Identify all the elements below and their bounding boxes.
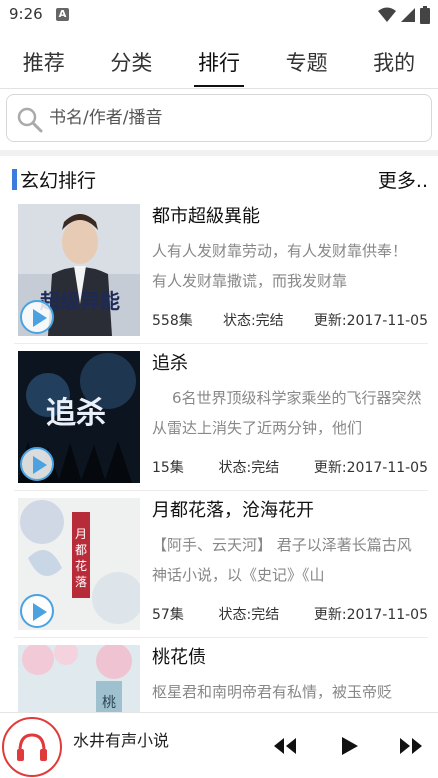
- search-box[interactable]: [6, 94, 432, 142]
- mini-player: 水井有声小说: [0, 712, 438, 778]
- row-divider: [14, 343, 428, 344]
- book-status: 状态:完结: [218, 460, 280, 476]
- book-title: 都市超級異能: [152, 206, 260, 227]
- more-link[interactable]: 更多..: [378, 166, 428, 193]
- svg-text:花: 花: [75, 558, 87, 573]
- section-accent-bar: [12, 169, 17, 190]
- book-meta: 558集 状态:完结 更新:2017-11-05: [152, 310, 428, 330]
- row-divider: [14, 490, 428, 491]
- next-icon[interactable]: [396, 733, 426, 759]
- section-divider: [0, 150, 438, 156]
- svg-text:落: 落: [75, 575, 87, 589]
- book-updated: 更新:2017-11-05: [313, 460, 428, 476]
- svg-text:都: 都: [75, 543, 87, 557]
- play-icon[interactable]: [20, 594, 54, 628]
- svg-text:桃: 桃: [102, 695, 116, 711]
- book-updated: 更新:2017-11-05: [313, 607, 428, 623]
- book-updated: 更新:2017-11-05: [313, 313, 428, 329]
- tabs-divider: [0, 88, 438, 89]
- book-cover: 追杀: [18, 351, 140, 483]
- status-time: 9:26: [9, 5, 43, 23]
- headphones-icon[interactable]: [2, 717, 62, 777]
- book-episodes: 15集: [152, 460, 184, 476]
- book-description: 6名世界顶级科学家乘坐的飞行器突然从雷达上消失了近两分钟，他们: [152, 389, 422, 437]
- play-icon[interactable]: [20, 300, 54, 334]
- search-icon: [17, 107, 43, 133]
- book-item[interactable]: 追杀 追杀 6名世界顶级科学家乘坐的飞行器突然从雷达上消失了近两分钟，他们 15…: [0, 345, 438, 491]
- tab-category[interactable]: 分类: [106, 43, 156, 85]
- book-item[interactable]: 月 都 花 落 月都花落，沧海花开 【阿手、云天河】 君子以泽著长篇古风神话小说…: [0, 492, 438, 638]
- book-title: 桃花债: [152, 647, 206, 668]
- play-icon[interactable]: [20, 447, 54, 481]
- tab-recommend[interactable]: 推荐: [19, 43, 69, 85]
- wifi-icon: [378, 7, 396, 22]
- status-bar: 9:26 A: [0, 0, 438, 32]
- search-input[interactable]: [49, 103, 419, 133]
- book-meta: 57集 状态:完结 更新:2017-11-05: [152, 604, 428, 624]
- play-icon[interactable]: [334, 733, 364, 759]
- section-header: 玄幻排行 更多..: [0, 164, 438, 196]
- tab-mine[interactable]: 我的: [369, 43, 419, 85]
- book-status: 状态:完结: [222, 313, 284, 329]
- book-title: 追杀: [152, 353, 188, 374]
- previous-icon[interactable]: [270, 733, 300, 759]
- signal-icon: [401, 8, 415, 22]
- book-description: 【阿手、云天河】 君子以泽著长篇古风神话小说，以《史记》《山: [152, 536, 412, 584]
- section-title: 玄幻排行: [20, 170, 97, 192]
- book-item[interactable]: 超级异能 都市超級異能 人有人发财靠劳动，有人发财靠供奉！ 有人发财靠撒谎，而我…: [0, 198, 438, 344]
- tab-ranking[interactable]: 排行: [193, 43, 244, 87]
- row-divider: [14, 637, 428, 638]
- notification-app-icon: A: [56, 8, 69, 21]
- tab-topics[interactable]: 专题: [282, 43, 332, 85]
- svg-text:追杀: 追杀: [46, 396, 106, 431]
- book-cover: 月 都 花 落: [18, 498, 140, 630]
- svg-text:月: 月: [75, 527, 87, 541]
- book-cover: 超级异能: [18, 204, 140, 336]
- status-indicators: [378, 6, 430, 24]
- book-meta: 15集 状态:完结 更新:2017-11-05: [152, 457, 428, 477]
- book-description: 人有人发财靠劳动，有人发财靠供奉！ 有人发财靠撒谎，而我发财靠: [152, 242, 408, 290]
- book-status: 状态:完结: [218, 607, 280, 623]
- battery-icon: [420, 6, 430, 24]
- book-title: 月都花落，沧海花开: [152, 500, 314, 521]
- player-title: 水井有声小说: [73, 731, 170, 750]
- top-tab-bar: 推荐 分类 排行 专题 我的: [0, 40, 438, 88]
- book-episodes: 558集: [152, 313, 193, 329]
- book-description: 枢星君和南明帝君有私情，被玉帝贬: [152, 683, 393, 701]
- book-episodes: 57集: [152, 607, 184, 623]
